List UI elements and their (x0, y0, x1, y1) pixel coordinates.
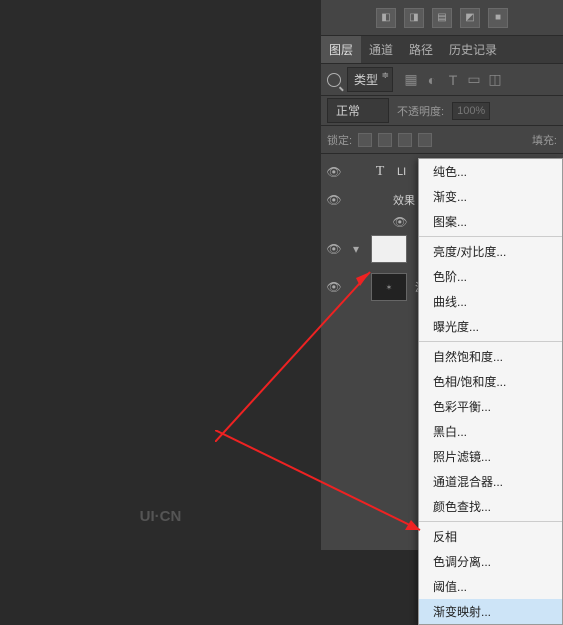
menu-item[interactable]: 色彩平衡... (419, 394, 562, 419)
menu-item[interactable]: 色阶... (419, 264, 562, 289)
link-icon[interactable]: ▾ (349, 242, 363, 256)
visibility-icon[interactable]: 👁 (327, 242, 341, 256)
menu-item[interactable]: 通道混合器... (419, 469, 562, 494)
layer-thumbnail: ✶ (371, 273, 407, 301)
menu-item[interactable]: 阈值... (419, 574, 562, 599)
menu-item[interactable]: 自然饱和度... (419, 344, 562, 369)
menu-item[interactable]: 纯色... (419, 159, 562, 184)
panel-tabs: 图层 通道 路径 历史记录 (321, 36, 563, 64)
visibility-icon[interactable]: 👁 (327, 280, 341, 294)
menu-item[interactable]: 黑白... (419, 419, 562, 444)
canvas-area: UI·CN (0, 0, 321, 550)
menu-item[interactable]: 照片滤镜... (419, 444, 562, 469)
menu-item[interactable]: 渐变映射... (419, 599, 562, 624)
layer-name: LI (397, 166, 406, 178)
watermark: UI·CN (140, 508, 182, 525)
layer-name: 效果 (393, 192, 415, 208)
tool-icon-4[interactable]: ◩ (460, 8, 480, 28)
tool-icon-2[interactable]: ◨ (404, 8, 424, 28)
menu-separator (419, 341, 562, 342)
filter-pixel-icon[interactable]: ▦ (403, 72, 419, 88)
layer-thumbnail (371, 235, 407, 263)
filter-shape-icon[interactable]: ▭ (466, 72, 482, 88)
tool-icon-3[interactable]: ▤ (432, 8, 452, 28)
visibility-icon[interactable]: 👁 (393, 215, 407, 229)
menu-item[interactable]: 反相 (419, 524, 562, 549)
filter-row: 类型 ▦ ◐ T ▭ ◫ (321, 64, 563, 96)
menu-item[interactable]: 曲线... (419, 289, 562, 314)
top-toolbar: ◧ ◨ ▤ ◩ ■ (321, 0, 563, 36)
blend-mode-dropdown[interactable]: 正常 (327, 98, 389, 123)
menu-item[interactable]: 曝光度... (419, 314, 562, 339)
adjustment-menu: 纯色...渐变...图案... 亮度/对比度...色阶...曲线...曝光度...… (418, 158, 563, 625)
menu-item[interactable]: 色调分离... (419, 549, 562, 574)
menu-item[interactable]: 图案... (419, 209, 562, 234)
kind-dropdown[interactable]: 类型 (347, 67, 393, 92)
lock-row: 锁定: 填充: (321, 126, 563, 154)
tab-layers[interactable]: 图层 (321, 36, 361, 63)
lock-transparent-icon[interactable] (358, 133, 372, 147)
lock-all-icon[interactable] (418, 133, 432, 147)
lock-pixels-icon[interactable] (378, 133, 392, 147)
filter-type-icon[interactable]: T (445, 72, 461, 88)
visibility-icon[interactable]: 👁 (327, 165, 341, 179)
menu-separator (419, 236, 562, 237)
search-icon[interactable] (327, 73, 341, 87)
menu-item[interactable]: 亮度/对比度... (419, 239, 562, 264)
visibility-icon[interactable]: 👁 (327, 193, 341, 207)
tab-paths[interactable]: 路径 (401, 36, 441, 63)
type-layer-icon: T (371, 163, 389, 181)
menu-separator (419, 521, 562, 522)
tab-channels[interactable]: 通道 (361, 36, 401, 63)
tool-icon-1[interactable]: ◧ (376, 8, 396, 28)
menu-item[interactable]: 渐变... (419, 184, 562, 209)
lock-label: 锁定: (327, 132, 352, 148)
fill-label: 填充: (532, 132, 557, 148)
tool-icon-5[interactable]: ■ (488, 8, 508, 28)
menu-item[interactable]: 色相/饱和度... (419, 369, 562, 394)
tab-history[interactable]: 历史记录 (441, 36, 505, 63)
filter-smart-icon[interactable]: ◫ (487, 72, 503, 88)
opacity-value[interactable]: 100% (452, 102, 490, 120)
filter-adjust-icon[interactable]: ◐ (424, 72, 440, 88)
menu-item[interactable]: 颜色查找... (419, 494, 562, 519)
lock-position-icon[interactable] (398, 133, 412, 147)
opacity-label: 不透明度: (397, 103, 444, 119)
blend-row: 正常 不透明度: 100% (321, 96, 563, 126)
